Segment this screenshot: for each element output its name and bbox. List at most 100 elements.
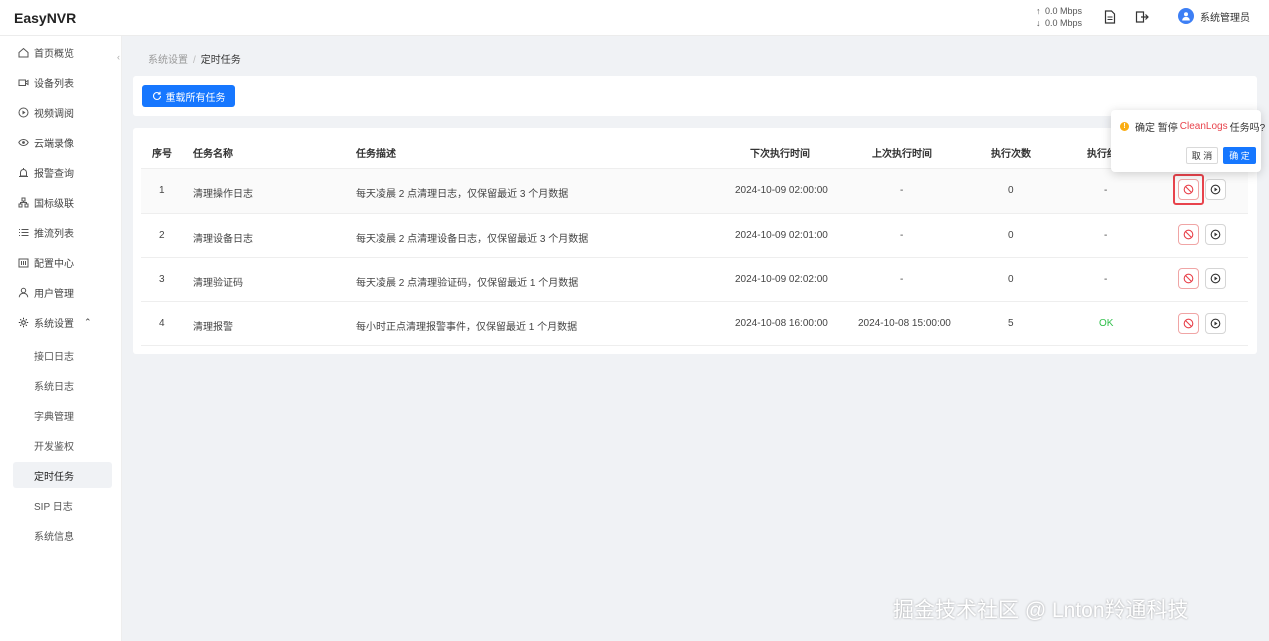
sidebar-item-users[interactable]: 用户管理 — [17, 282, 117, 302]
table-cell-result: - — [1104, 185, 1108, 196]
sidebar-item-push-list[interactable]: 推流列表 — [17, 222, 117, 242]
sidebar-subitem-system-info[interactable]: 系统信息 — [13, 522, 112, 548]
network-speed: ↑ 0.0 Mbps ↓ 0.0 Mbps — [1036, 5, 1082, 29]
table-cell-last-time: - — [900, 230, 904, 241]
table-divider — [141, 213, 1248, 214]
popover-task-name: CleanLogs — [1179, 121, 1228, 132]
camera-icon — [17, 76, 29, 88]
play-circle-icon — [1210, 318, 1221, 329]
warning-icon: ! — [1120, 122, 1129, 131]
config-icon — [17, 256, 29, 268]
cancel-button[interactable]: 取 消 — [1186, 147, 1218, 164]
run-task-button[interactable] — [1205, 268, 1226, 289]
reload-all-tasks-button[interactable]: 重载所有任务 — [142, 85, 235, 107]
upload-arrow-icon: ↑ — [1036, 6, 1041, 16]
sidebar-item-label: 推流列表 — [34, 228, 74, 240]
ban-icon — [1183, 229, 1194, 240]
alarm-icon — [17, 166, 29, 178]
document-icon[interactable] — [1102, 8, 1118, 26]
table-cell-next-time: 2024-10-08 16:00:00 — [735, 318, 828, 329]
breadcrumb-parent[interactable]: 系统设置 — [148, 55, 188, 66]
gear-icon — [17, 316, 29, 328]
sidebar-item-devices[interactable]: 设备列表 — [17, 72, 117, 92]
reload-all-tasks-label: 重载所有任务 — [165, 92, 226, 104]
watermark-text: 掘金技术社区 @ Lnton羚通科技 — [893, 599, 1189, 622]
run-task-button[interactable] — [1205, 224, 1226, 245]
user-icon — [17, 286, 29, 298]
table-cell-no: 1 — [159, 185, 165, 196]
sidebar-item-config[interactable]: 配置中心 — [17, 252, 117, 272]
column-header-last-time: 上次执行时间 — [872, 149, 932, 160]
sidebar-item-cascade[interactable]: 国标级联 — [17, 192, 117, 212]
refresh-icon — [152, 91, 161, 101]
sidebar-subitem-sip-log[interactable]: SIP 日志 — [13, 492, 112, 518]
avatar-icon — [1178, 8, 1194, 24]
table-cell-name: 清理报警 — [193, 322, 233, 333]
eye-icon — [17, 136, 29, 148]
sidebar-subitem-api-log[interactable]: 接口日志 — [13, 342, 112, 368]
column-header-no: 序号 — [152, 149, 172, 160]
task-table-card — [133, 128, 1257, 354]
table-cell-desc: 每天凌晨 2 点清理日志，仅保留最近 3 个月数据 — [356, 189, 569, 200]
breadcrumb-separator: / — [193, 55, 196, 66]
play-circle-icon — [1210, 184, 1221, 195]
table-cell-desc: 每天凌晨 2 点清理设备日志，仅保留最近 3 个月数据 — [356, 234, 589, 245]
sidebar — [0, 36, 122, 641]
sidebar-item-video[interactable]: 视频调阅 — [17, 102, 117, 122]
sidebar-subitem-dictionary[interactable]: 字典管理 — [13, 402, 112, 428]
breadcrumb: 系统设置 / 定时任务 — [148, 51, 241, 66]
sidebar-item-home[interactable]: 首页概览 — [17, 42, 117, 62]
download-arrow-icon: ↓ — [1036, 18, 1041, 28]
table-cell-result: - — [1104, 274, 1108, 285]
sidebar-subitem-scheduled-tasks[interactable]: 定时任务 — [13, 462, 112, 488]
table-cell-name: 清理操作日志 — [193, 189, 253, 200]
sidebar-subitem-dev-auth[interactable]: 开发鉴权 — [13, 432, 112, 458]
sidebar-item-alarm[interactable]: 报警查询 — [17, 162, 117, 182]
home-icon — [17, 46, 29, 58]
table-cell-no: 3 — [159, 274, 165, 285]
play-circle-icon — [17, 106, 29, 118]
table-cell-count: 0 — [1008, 185, 1014, 196]
chevron-up-icon: ⌃ — [84, 316, 92, 327]
list-icon — [17, 226, 29, 238]
table-cell-desc: 每天凌晨 2 点清理验证码，仅保留最近 1 个月数据 — [356, 278, 579, 289]
play-circle-icon — [1210, 229, 1221, 240]
table-cell-name: 清理设备日志 — [193, 234, 253, 245]
sidebar-item-label: 报警查询 — [34, 168, 74, 180]
export-icon[interactable] — [1134, 8, 1150, 26]
confirm-button[interactable]: 确 定 — [1223, 147, 1256, 164]
sidebar-item-label: 设备列表 — [34, 78, 74, 90]
pause-task-button[interactable] — [1178, 313, 1199, 334]
table-cell-no: 4 — [159, 318, 165, 329]
sidebar-item-cloud-record[interactable]: 云端录像 — [17, 132, 117, 152]
run-task-button[interactable] — [1205, 313, 1226, 334]
popover-prefix: 确定 暂停 — [1135, 123, 1178, 134]
table-cell-result: - — [1104, 230, 1108, 241]
user-name: 系统管理员 — [1200, 12, 1250, 24]
play-circle-icon — [1210, 273, 1221, 284]
highlight-annotation — [1173, 174, 1204, 205]
sidebar-collapse-icon[interactable]: ‹ — [117, 52, 120, 62]
sidebar-item-label: 首页概览 — [34, 48, 74, 60]
column-header-next-time: 下次执行时间 — [750, 149, 810, 160]
table-cell-next-time: 2024-10-09 02:01:00 — [735, 230, 828, 241]
column-header-desc: 任务描述 — [356, 149, 396, 160]
user-menu[interactable]: 系统管理员 — [1178, 8, 1250, 24]
cascade-icon — [17, 196, 29, 208]
sidebar-item-settings[interactable]: 系统设置 ⌃ — [17, 312, 117, 332]
toolbar-card — [133, 76, 1257, 116]
table-cell-next-time: 2024-10-09 02:00:00 — [735, 185, 828, 196]
table-cell-name: 清理验证码 — [193, 278, 243, 289]
app-logo[interactable]: EasyNVR — [14, 10, 76, 26]
table-cell-last-time: - — [900, 185, 904, 196]
table-cell-result: OK — [1099, 318, 1114, 329]
run-task-button[interactable] — [1205, 179, 1226, 200]
upload-speed: 0.0 Mbps — [1045, 6, 1083, 16]
column-header-count: 执行次数 — [991, 149, 1031, 160]
sidebar-item-label: 云端录像 — [34, 138, 74, 150]
sidebar-subitem-system-log[interactable]: 系统日志 — [13, 372, 112, 398]
table-cell-last-time: 2024-10-08 15:00:00 — [858, 318, 951, 329]
table-cell-no: 2 — [159, 230, 165, 241]
pause-task-button[interactable] — [1178, 268, 1199, 289]
pause-task-button[interactable] — [1178, 224, 1199, 245]
